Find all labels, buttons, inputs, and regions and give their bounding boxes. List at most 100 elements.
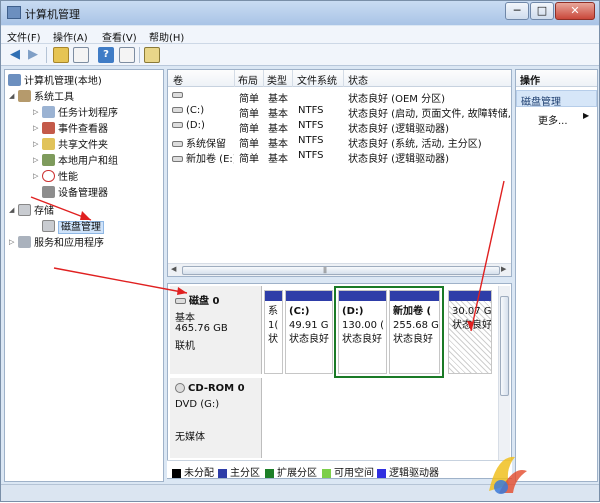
scroll-left-icon[interactable]: ◀ — [171, 265, 176, 273]
column-layout[interactable]: 布局 — [238, 72, 258, 87]
menu-file[interactable]: 文件(F) — [7, 29, 41, 44]
up-folder-icon[interactable] — [53, 47, 69, 63]
legend-swatch — [172, 468, 181, 478]
tree-item-performance[interactable]: ▷ 性能 — [33, 168, 78, 184]
computer-management-icon — [7, 6, 21, 19]
disk-legend: 未分配 主分区 扩展分区 可用空间 逻辑驱动器 — [167, 460, 512, 479]
menu-bar: 文件(F) 操作(A) 查看(V) 帮助(H) — [1, 26, 599, 44]
expand-icon[interactable]: ▷ — [33, 140, 42, 148]
menu-action[interactable]: 操作(A) — [53, 29, 88, 44]
actions-section-disk-management[interactable]: 磁盘管理 — [516, 90, 597, 108]
table-row[interactable]: 新加卷 (E:) 简单 基本 NTFS 状态良好 (逻辑驱动器) — [168, 149, 511, 165]
scrollbar-thumb[interactable] — [182, 266, 500, 275]
volume-icon — [172, 156, 183, 162]
forward-arrow-icon[interactable]: ▶ — [25, 47, 41, 63]
title-bar: 计算机管理 ─ □ ✕ — [1, 1, 599, 25]
tree-item-system-tools[interactable]: ◢ 系统工具 — [9, 88, 74, 104]
minimize-button[interactable]: ─ — [505, 2, 529, 20]
expand-icon[interactable]: ▷ — [9, 238, 18, 246]
table-row[interactable]: (C:) 简单 基本 NTFS 状态良好 (启动, 页面文件, 故障转储, — [168, 104, 511, 120]
computer-icon — [8, 73, 21, 86]
back-arrow-icon[interactable]: ◀ — [7, 47, 23, 63]
help-icon[interactable]: ? — [98, 47, 114, 63]
volume-icon — [172, 122, 183, 128]
legend-item: 逻辑驱动器 — [377, 464, 439, 479]
legend-item: 主分区 — [218, 464, 260, 479]
column-filesystem[interactable]: 文件系统 — [297, 72, 337, 87]
volume-icon — [172, 141, 183, 147]
actions-header: 操作 — [516, 70, 597, 87]
partition-c[interactable]: (C:) 49.91 G 状态良好 — [285, 290, 333, 374]
legend-swatch — [377, 468, 386, 478]
tree-item-task-scheduler[interactable]: ▷ 任务计划程序 — [33, 104, 118, 120]
legend-swatch — [322, 468, 331, 478]
tree-item-device-manager[interactable]: 设备管理器 — [42, 184, 108, 200]
site-logo-watermark — [489, 456, 527, 494]
expand-icon[interactable]: ▷ — [33, 156, 42, 164]
tools-icon — [18, 89, 31, 102]
event-viewer-icon — [42, 121, 55, 134]
maximize-button[interactable]: □ — [530, 2, 554, 20]
legend-item: 可用空间 — [322, 464, 374, 479]
expand-icon[interactable]: ▷ — [33, 108, 42, 116]
actions-pane: 操作 磁盘管理 更多... ▶ — [515, 69, 598, 482]
partition-oem[interactable]: 30.07 G 状态良好 — [448, 290, 492, 374]
legend-swatch — [265, 468, 274, 478]
disk-management-icon — [42, 219, 55, 232]
scrollbar-thumb[interactable] — [500, 296, 509, 396]
storage-icon — [18, 203, 31, 216]
tree-item-storage[interactable]: ◢ 存储 — [9, 202, 54, 218]
cdrom-icon — [175, 383, 185, 393]
table-row[interactable]: 系统保留 简单 基本 NTFS 状态良好 (系统, 活动, 主分区) — [168, 134, 511, 150]
clock-icon — [42, 105, 55, 118]
show-hide-action-pane-icon[interactable] — [119, 47, 135, 63]
horizontal-scrollbar[interactable]: ◀ ||| ▶ — [168, 263, 511, 276]
shared-folder-icon — [42, 137, 55, 150]
volume-icon — [172, 92, 183, 98]
column-volume[interactable]: 卷 — [173, 72, 183, 87]
properties-icon[interactable] — [144, 47, 160, 63]
volume-list: 卷 布局 类型 文件系统 状态 简单 基本 状态良好 (OEM 分区) (C:)… — [167, 69, 512, 277]
scroll-grip-icon: ||| — [323, 267, 327, 274]
tree-item-disk-management[interactable]: 磁盘管理 — [42, 218, 104, 234]
volume-icon — [172, 107, 183, 113]
device-manager-icon — [42, 185, 55, 198]
more-actions-link[interactable]: 更多... — [538, 112, 568, 127]
users-icon — [42, 153, 55, 166]
column-type[interactable]: 类型 — [267, 72, 287, 87]
show-hide-tree-icon[interactable] — [73, 47, 89, 63]
partition-system-reserved[interactable]: 系 1( 状 — [264, 290, 283, 374]
menu-help[interactable]: 帮助(H) — [149, 29, 184, 44]
computer-management-window: 计算机管理 ─ □ ✕ 关闭 文件(F) 操作(A) 查看(V) 帮助(H) ◀… — [0, 0, 600, 502]
volume-list-header: 卷 布局 类型 文件系统 状态 — [168, 70, 511, 87]
legend-item: 扩展分区 — [265, 464, 317, 479]
disk-0-label[interactable]: 磁盘 0 基本 465.76 GB 联机 — [170, 286, 262, 374]
cdrom-0-label[interactable]: CD-ROM 0 DVD (G:) 无媒体 — [170, 378, 262, 458]
expand-icon[interactable]: ▷ — [33, 172, 42, 180]
tree-item-shared-folders[interactable]: ▷ 共享文件夹 — [33, 136, 108, 152]
navigation-tree: 计算机管理(本地) ◢ 系统工具 ▷ 任务计划程序 ▷ 事件查看器 ▷ 共享文件夹 ▷ 本… — [4, 69, 164, 482]
tree-item-event-viewer[interactable]: ▷ 事件查看器 — [33, 120, 108, 136]
expand-icon[interactable]: ▷ — [33, 124, 42, 132]
partition-d[interactable]: (D:) 130.00 ( 状态良好 — [338, 290, 387, 374]
hard-disk-icon — [175, 298, 186, 304]
tree-item-local-users[interactable]: ▷ 本地用户和组 — [33, 152, 118, 168]
table-row[interactable]: (D:) 简单 基本 NTFS 状态良好 (逻辑驱动器) — [168, 119, 511, 135]
menu-view[interactable]: 查看(V) — [102, 29, 137, 44]
tree-item-computer-management[interactable]: 计算机管理(本地) — [8, 72, 102, 88]
window-title: 计算机管理 — [25, 8, 80, 21]
collapse-icon[interactable]: ◢ — [9, 92, 18, 100]
collapse-icon[interactable]: ◢ — [9, 206, 18, 214]
toolbar: ◀ ▶ ? — [1, 44, 599, 66]
scroll-right-icon[interactable]: ▶ — [501, 265, 506, 273]
column-status[interactable]: 状态 — [348, 72, 368, 87]
performance-icon — [42, 169, 55, 182]
close-button[interactable]: ✕ — [555, 2, 595, 20]
partition-e[interactable]: 新加卷 ( 255.68 G 状态良好 — [389, 290, 440, 374]
tree-item-services-apps[interactable]: ▷ 服务和应用程序 — [9, 234, 104, 250]
disk-graph-view: 磁盘 0 基本 465.76 GB 联机 系 1( 状 (C:) 49.91 G… — [167, 283, 512, 479]
legend-item: 未分配 — [172, 464, 214, 479]
table-row[interactable]: 简单 基本 状态良好 (OEM 分区) — [168, 89, 511, 105]
services-icon — [18, 235, 31, 248]
chevron-right-icon: ▶ — [583, 111, 590, 120]
